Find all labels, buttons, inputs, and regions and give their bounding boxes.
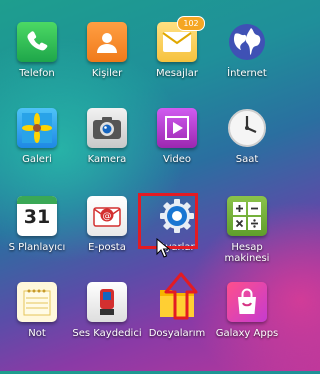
- gallery-icon: [17, 108, 57, 148]
- app-label: Galaxy Apps: [215, 328, 279, 339]
- app-label: E-posta: [88, 242, 126, 253]
- camera-icon: [87, 108, 127, 148]
- shopping-bag-icon: [227, 282, 267, 322]
- app-label: Saat: [235, 154, 259, 165]
- app-messages[interactable]: 102 Mesajlar: [142, 16, 212, 114]
- calendar-header: [17, 196, 57, 204]
- microphone-icon: [87, 282, 127, 322]
- app-label: Mesajlar: [156, 68, 198, 79]
- phone-icon: [17, 22, 57, 62]
- calculator-icon: [227, 196, 267, 236]
- app-label: Not: [28, 328, 46, 339]
- app-phone[interactable]: Telefon: [2, 22, 72, 114]
- notepad-icon: [17, 282, 57, 322]
- email-icon: @: [87, 196, 127, 236]
- contacts-icon: [87, 22, 127, 62]
- app-camera[interactable]: Kamera: [72, 108, 142, 200]
- app-galaxy-apps[interactable]: Galaxy Apps: [212, 282, 282, 374]
- app-label: Dosyalarım: [148, 328, 206, 339]
- up-arrow-icon: [164, 272, 198, 320]
- calendar-day: 31: [23, 206, 51, 228]
- message-icon: 102: [157, 16, 205, 62]
- app-email[interactable]: @ E-posta: [72, 196, 142, 288]
- unread-badge: 102: [177, 16, 205, 31]
- app-label: Telefon: [19, 68, 55, 79]
- app-label: Galeri: [22, 154, 52, 165]
- calendar-icon: 31: [17, 196, 57, 236]
- app-voice-recorder[interactable]: Ses Kaydedici: [72, 282, 142, 374]
- app-label: İnternet: [227, 68, 267, 79]
- app-video[interactable]: Video: [142, 108, 212, 200]
- app-label: Kamera: [87, 154, 127, 165]
- app-label: Kişiler: [91, 68, 123, 79]
- svg-text:@: @: [103, 212, 112, 222]
- app-internet[interactable]: İnternet: [212, 22, 282, 114]
- app-contacts[interactable]: Kişiler: [72, 22, 142, 114]
- app-clock[interactable]: Saat: [212, 108, 282, 200]
- app-label: Video: [162, 154, 192, 165]
- video-play-icon: [157, 108, 197, 148]
- app-label: Ses Kaydedici: [72, 328, 142, 339]
- app-calendar[interactable]: 31 S Planlayıcı: [2, 196, 72, 288]
- app-label: S Planlayıcı: [8, 242, 66, 253]
- mouse-pointer-icon: [156, 238, 170, 258]
- app-label: Hesap makinesi: [224, 242, 270, 264]
- globe-icon: [227, 22, 267, 62]
- app-calculator[interactable]: Hesap makinesi: [212, 196, 282, 288]
- clock-icon: [227, 108, 267, 148]
- app-memo[interactable]: Not: [2, 282, 72, 374]
- app-gallery[interactable]: Galeri: [2, 108, 72, 200]
